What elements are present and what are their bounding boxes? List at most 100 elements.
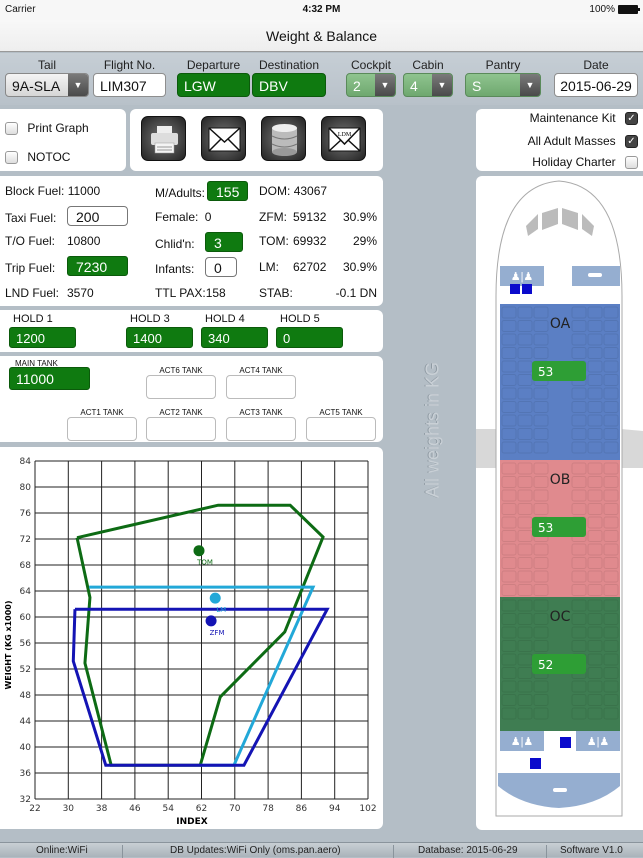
holiday-charter-label: Holiday Charter (532, 155, 616, 169)
envelope-line-tom (75, 503, 325, 767)
db-updates-status: DB Updates:WiFi Only (oms.pan.aero) (170, 845, 341, 856)
cabin-zone-pax-count: 53 (538, 365, 553, 379)
online-status: Online:WiFi (36, 845, 88, 856)
y-tick-label: 56 (20, 639, 32, 649)
trip-fuel-input[interactable]: 7230 (67, 256, 128, 276)
lavatory-icon: ♟|♟ (587, 736, 610, 748)
x-tick-label: 22 (29, 804, 40, 814)
chevron-down-icon: ▼ (432, 74, 452, 96)
hold-3-input[interactable]: 1400 (126, 327, 193, 348)
taxi-fuel-input[interactable]: 200 (67, 206, 128, 226)
x-tick-label: 62 (196, 804, 207, 814)
hold-4-label: HOLD 4 (205, 313, 245, 325)
stab-value: -0.1 DN (335, 286, 377, 300)
act1-tank-input[interactable] (67, 417, 137, 441)
chevron-down-icon: ▼ (68, 74, 88, 96)
date-field: Date 2015-06-29 (554, 58, 638, 97)
cabin-select[interactable]: 4 ▼ (403, 73, 453, 97)
y-tick-label: 32 (20, 795, 31, 805)
flight-no-label: Flight No. (103, 58, 156, 72)
y-axis-label: WEIGHT (KG x1000) (4, 600, 13, 689)
cabin-value: 4 (410, 78, 418, 94)
database-icon (271, 124, 298, 156)
maintenance-kit-checkbox[interactable]: ✓ (625, 112, 638, 126)
hold-5-label: HOLD 5 (280, 313, 320, 325)
departure-field: Departure LGW (177, 58, 250, 97)
galley-icon (588, 273, 602, 277)
y-tick-label: 44 (20, 717, 32, 727)
infants-input[interactable]: 0 (205, 257, 237, 277)
y-tick-label: 40 (20, 743, 32, 753)
cabin-zone-label: OC (550, 609, 571, 625)
maintenance-kit-option[interactable]: Maintenance Kit ✓ (530, 111, 638, 126)
holiday-charter-checkbox[interactable] (625, 156, 638, 170)
tom-label: TOM: (259, 234, 289, 248)
all-adult-masses-option[interactable]: All Adult Masses ✓ (527, 134, 638, 149)
battery-percent: 100% (589, 4, 615, 15)
x-tick-label: 30 (63, 804, 75, 814)
children-input[interactable]: 3 (205, 232, 243, 252)
lm-percent: 30.9% (342, 260, 377, 274)
status-bar: Carrier 4:32 PM 100% (0, 0, 643, 20)
holiday-charter-option[interactable]: Holiday Charter (532, 155, 638, 170)
door-marker (530, 758, 541, 769)
flight-header: Tail 9A-SLA ▼ Flight No. LIM307 Departure… (0, 53, 643, 105)
print-graph-checkbox[interactable] (5, 122, 18, 136)
cg-envelope-chart: 22 30 38 46 54 62 70 78 86 94 102 32 36 40 44 48 52 56 60 6… (4, 457, 377, 827)
act4-tank-input[interactable] (226, 375, 296, 399)
lnd-fuel-label: LND Fuel: (5, 286, 60, 300)
seat-map-panel: ♟|♟ OA 53 OB 53 OC 52 ♟|♟ ♟|♟ (476, 176, 643, 830)
email-button[interactable] (201, 116, 246, 161)
cabin-zone-pax-count: 52 (538, 658, 553, 672)
pantry-select[interactable]: S ▼ (465, 73, 541, 97)
pantry-field: Pantry S ▼ (465, 58, 541, 97)
print-button[interactable] (141, 116, 186, 161)
cabin-zone-label: OB (550, 472, 571, 488)
ldm-button[interactable]: LDM (321, 116, 366, 161)
holds-panel: HOLD 1 1200 HOLD 3 1400 HOLD 4 340 HOLD … (0, 310, 383, 352)
adults-input[interactable]: 155 (207, 181, 249, 201)
notoc-checkbox[interactable] (5, 151, 18, 165)
date-input[interactable]: 2015-06-29 (554, 73, 638, 97)
main-tank-input[interactable]: 11000 (9, 367, 90, 390)
act2-tank-input[interactable] (146, 417, 216, 441)
act2-tank-label: ACT2 TANK (159, 408, 203, 417)
cockpit-select[interactable]: 2 ▼ (346, 73, 396, 97)
y-tick-label: 68 (20, 561, 32, 571)
zfm-value: 59132 (293, 210, 327, 224)
load-options-panel: Maintenance Kit ✓ All Adult Masses ✓ Hol… (476, 109, 643, 171)
hold-5-input[interactable]: 0 (276, 327, 343, 348)
flight-no-input[interactable]: LIM307 (93, 73, 166, 97)
act3-tank-input[interactable] (226, 417, 296, 441)
female-label: Female: (155, 210, 199, 224)
clock: 4:32 PM (302, 4, 341, 15)
tail-select[interactable]: 9A-SLA ▼ (5, 73, 89, 97)
marker-lm (209, 592, 221, 604)
x-axis-label: INDEX (176, 817, 207, 827)
units-note-text: All weights in KG (422, 361, 443, 499)
ldm-envelope-icon: LDM (328, 127, 361, 152)
pantry-value: S (472, 78, 482, 94)
all-adult-masses-label: All Adult Masses (527, 134, 616, 148)
dom-label: DOM: (259, 184, 291, 198)
destination-input[interactable]: DBV (252, 73, 326, 97)
date-label: Date (583, 58, 609, 72)
nav-bar: Weight & Balance (0, 20, 643, 52)
hold-4-input[interactable]: 340 (201, 327, 268, 348)
pantry-label: Pantry (485, 58, 521, 72)
act6-tank-input[interactable] (146, 375, 216, 399)
total-pax-value: 158 (205, 286, 226, 300)
database-button[interactable] (261, 116, 306, 161)
hold-1-input[interactable]: 1200 (9, 327, 76, 348)
children-label: Chlid'n: (155, 237, 195, 251)
marker-label-tom: TOM (196, 559, 213, 567)
print-graph-label: Print Graph (27, 121, 89, 135)
departure-input[interactable]: LGW (177, 73, 250, 97)
all-adult-masses-checkbox[interactable]: ✓ (625, 135, 638, 149)
infants-label: Infants: (155, 262, 195, 276)
act5-tank-input[interactable] (306, 417, 376, 441)
notoc-option[interactable]: NOTOC (5, 150, 70, 165)
cabin-label: Cabin (412, 58, 444, 72)
x-tick-label: 94 (329, 804, 341, 814)
print-graph-option[interactable]: Print Graph (5, 121, 89, 136)
